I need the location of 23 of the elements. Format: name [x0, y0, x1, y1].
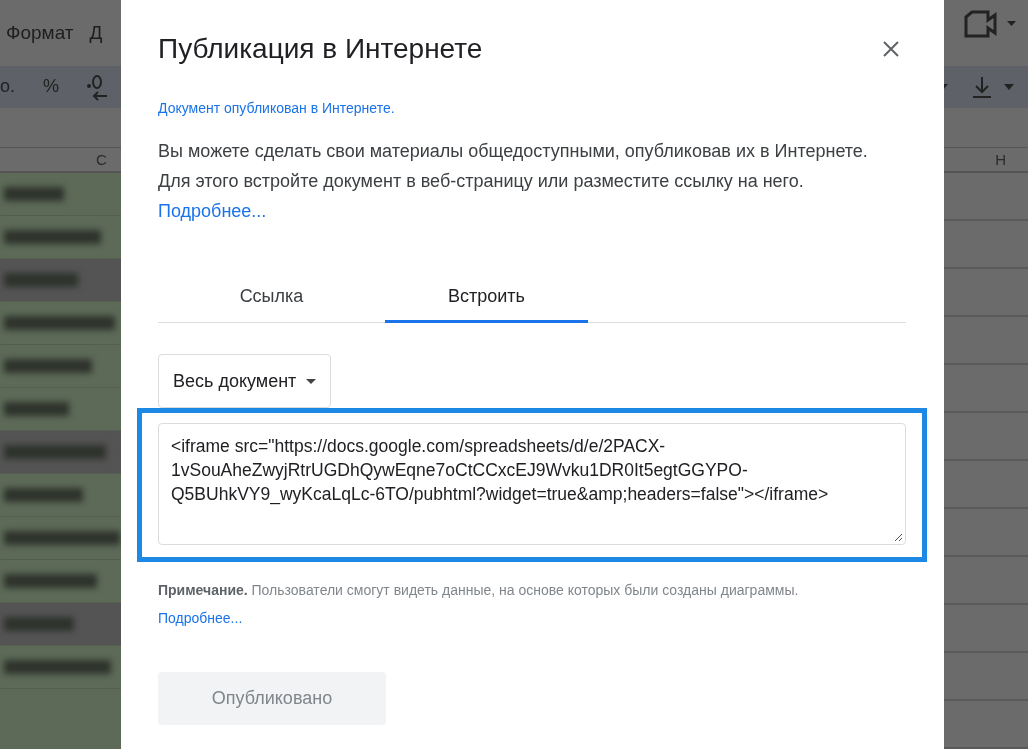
description-text: Вы можете сделать свои материалы общедоступными, опубликовав их в Интернете. Для этого встройте документ в веб-страницу или разместите ссылку на него. Подробнее...: [158, 140, 869, 223]
more-link[interactable]: Подробнее...: [158, 201, 267, 221]
tab[interactable]: Ссылка: [158, 272, 385, 323]
menu-item[interactable]: Формат: [6, 22, 74, 44]
decrease-decimal-icon[interactable]: [85, 72, 110, 101]
caret-icon[interactable]: [1004, 83, 1014, 90]
more-link[interactable]: Подробнее...: [158, 610, 243, 626]
note-text: Примечание. Пользователи смогут видеть данные, на основе которых были созданы диаграммы. Подробнее...: [158, 581, 800, 628]
embed-code-field[interactable]: <iframe src="https://docs.google.com/spreadsheets/d/e/2PACX-1vSouAheZwyjRtrUGDhQywEqne7oCtCCxcEJ9Wvku1DR0It5egtGGYPO-Q5BUhkVY9_wyKcaLqLc-6TO/pubhtml?widget=true&amp;headers=false"></iframe>: [158, 423, 906, 545]
menu-item[interactable]: Д: [89, 22, 103, 44]
column-header[interactable]: C: [96, 151, 107, 168]
resize-grip-icon[interactable]: [894, 533, 903, 542]
column-header[interactable]: H: [995, 151, 1006, 168]
download-icon[interactable]: [972, 74, 992, 99]
caret-icon: [306, 378, 317, 384]
close-icon: [883, 41, 899, 57]
percent-button[interactable]: %: [43, 76, 60, 98]
toolbar-button[interactable]: о.: [0, 76, 15, 98]
dialog-title: Публикация в Интернете: [158, 33, 483, 65]
status-link[interactable]: Документ опубликован в Интернете.: [158, 100, 907, 116]
video-camera-icon[interactable]: [962, 9, 1018, 39]
tab[interactable]: Встроить: [385, 272, 588, 323]
scope-dropdown[interactable]: Весь документ: [158, 354, 332, 408]
